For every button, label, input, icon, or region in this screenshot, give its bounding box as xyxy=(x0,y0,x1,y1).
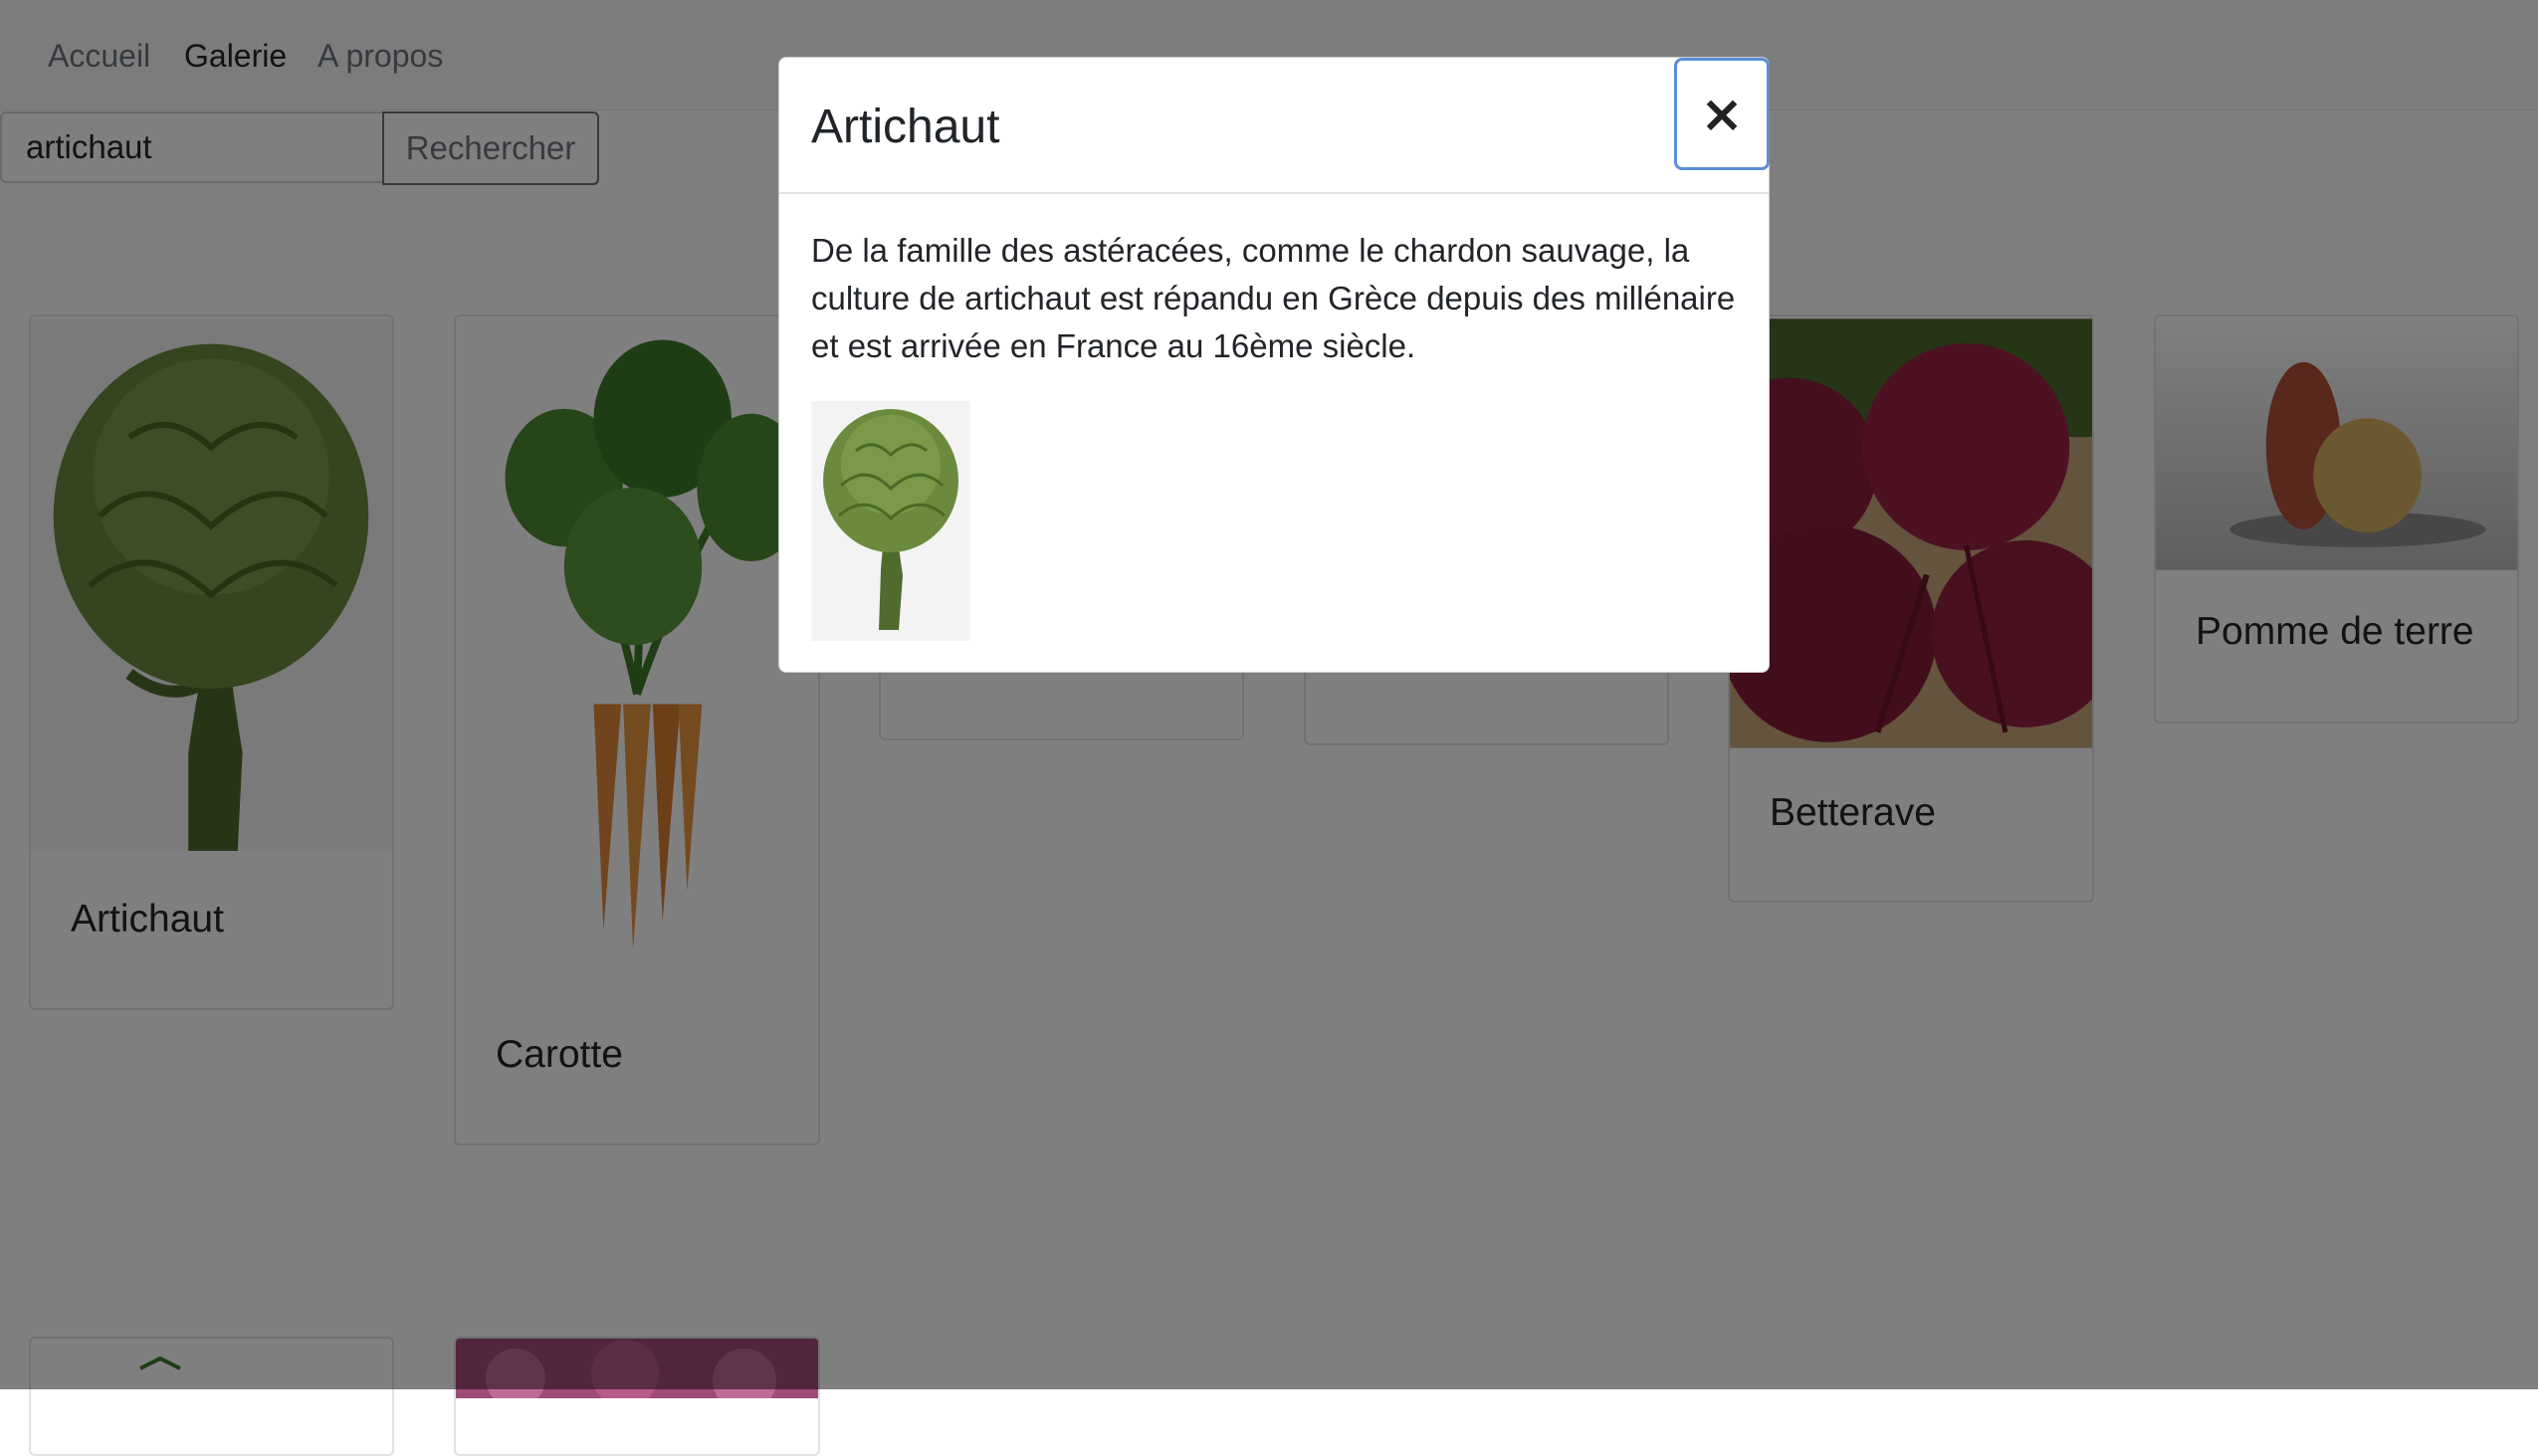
modal-dialog: Artichaut × De la famille des astéracées… xyxy=(778,57,1770,673)
modal-title: Artichaut xyxy=(811,101,1000,153)
close-button[interactable]: × xyxy=(1674,58,1770,170)
artichoke-thumbnail xyxy=(811,401,970,641)
modal-description: De la famille des astéracées, comme le c… xyxy=(811,232,1736,364)
modal-header: Artichaut × xyxy=(779,58,1770,194)
